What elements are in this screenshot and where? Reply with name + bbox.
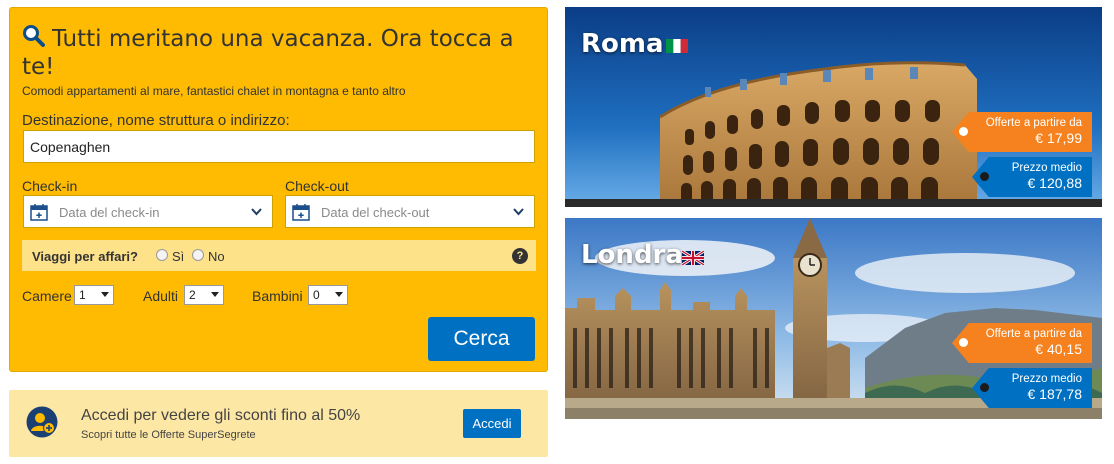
adults-select[interactable]: 2 bbox=[184, 285, 224, 305]
destination-card-londra[interactable]: Londra Offerte a partire da € 40,15 Prez… bbox=[565, 218, 1102, 419]
adults-value: 2 bbox=[189, 288, 196, 302]
checkout-label: Check-out bbox=[285, 178, 349, 194]
city-name: Roma bbox=[581, 29, 664, 59]
search-button[interactable]: Cerca bbox=[428, 317, 535, 361]
login-title: Accedi per vedere gli sconti fino al 50% bbox=[81, 407, 361, 424]
offers-label: Offerte a partire da bbox=[985, 328, 1082, 340]
headline-text: Tutti meritano una vacanza. Ora tocca a … bbox=[22, 26, 514, 80]
business-yes-radio[interactable] bbox=[156, 249, 168, 261]
offers-label: Offerte a partire da bbox=[985, 117, 1082, 129]
offers-price-tag: Offerte a partire da € 17,99 bbox=[952, 112, 1092, 152]
uk-flag-icon bbox=[682, 251, 704, 265]
average-label: Prezzo medio bbox=[1011, 373, 1082, 385]
chevron-down-icon bbox=[251, 208, 262, 216]
checkin-label: Check-in bbox=[22, 178, 78, 194]
dropdown-arrow-icon bbox=[211, 292, 219, 297]
login-banner: Accedi per vedere gli sconti fino al 50%… bbox=[9, 390, 548, 457]
destination-label: Destinazione, nome struttura o indirizzo… bbox=[22, 112, 290, 129]
business-travel-bar: Viaggi per affari? Sì No ? bbox=[22, 240, 536, 271]
average-price-tag: Prezzo medio € 120,88 bbox=[972, 157, 1092, 197]
tag-hole bbox=[980, 172, 989, 181]
average-label: Prezzo medio bbox=[1011, 162, 1082, 174]
italy-flag-icon bbox=[666, 39, 688, 53]
login-subtitle: Scopri tutte le Offerte SuperSegrete bbox=[81, 429, 256, 441]
chevron-down-icon bbox=[513, 208, 524, 216]
tag-hole bbox=[980, 383, 989, 392]
rooms-value: 1 bbox=[79, 288, 86, 302]
help-icon[interactable]: ? bbox=[512, 248, 528, 264]
search-icon bbox=[23, 25, 45, 47]
rooms-select[interactable]: 1 bbox=[74, 285, 114, 305]
children-label: Bambini bbox=[252, 288, 303, 304]
adults-label: Adulti bbox=[143, 288, 179, 304]
dropdown-arrow-icon bbox=[335, 292, 343, 297]
search-subline: Comodi appartamenti al mare, fantastici … bbox=[22, 84, 406, 98]
offers-price: € 17,99 bbox=[1035, 130, 1082, 146]
business-yes-label[interactable]: Sì bbox=[172, 249, 184, 264]
rooms-label: Camere bbox=[22, 288, 72, 304]
tag-hole bbox=[959, 127, 968, 136]
calendar-icon bbox=[292, 204, 310, 221]
search-panel: Tutti meritano una vacanza. Ora tocca a … bbox=[9, 7, 548, 372]
checkout-placeholder: Data del check-out bbox=[321, 205, 430, 220]
tag-hole bbox=[959, 338, 968, 347]
search-headline: Tutti meritano una vacanza. Ora tocca a … bbox=[22, 24, 527, 81]
children-value: 0 bbox=[313, 288, 320, 302]
login-button[interactable]: Accedi bbox=[463, 409, 521, 438]
destination-card-roma[interactable]: Roma Offerte a partire da € 17,99 Prezzo… bbox=[565, 7, 1102, 207]
business-no-label[interactable]: No bbox=[208, 249, 225, 264]
checkout-field[interactable]: Data del check-out bbox=[285, 195, 535, 228]
business-no-radio[interactable] bbox=[192, 249, 204, 261]
checkin-placeholder: Data del check-in bbox=[59, 205, 160, 220]
checkin-field[interactable]: Data del check-in bbox=[23, 195, 273, 228]
user-plus-icon bbox=[26, 406, 58, 438]
destination-input[interactable] bbox=[23, 130, 535, 163]
average-price-tag: Prezzo medio € 187,78 bbox=[972, 368, 1092, 408]
calendar-icon bbox=[30, 204, 48, 221]
offers-price: € 40,15 bbox=[1035, 341, 1082, 357]
children-select[interactable]: 0 bbox=[308, 285, 348, 305]
dropdown-arrow-icon bbox=[101, 292, 109, 297]
business-travel-label: Viaggi per affari? bbox=[32, 249, 138, 264]
city-name: Londra bbox=[581, 240, 683, 270]
offers-price-tag: Offerte a partire da € 40,15 bbox=[952, 323, 1092, 363]
